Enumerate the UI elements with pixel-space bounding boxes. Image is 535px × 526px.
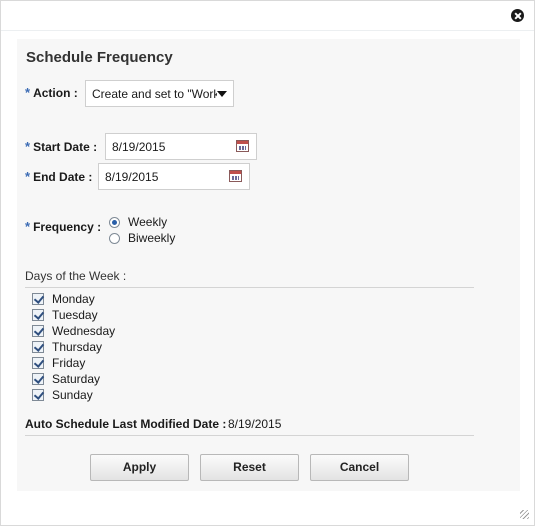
saturday-label[interactable]: Saturday [52,372,100,386]
days-of-week-label: Days of the Week : [25,269,127,283]
divider [25,435,474,436]
required-marker: * [25,85,31,100]
thursday-checkbox[interactable] [32,341,44,353]
end-date-label: End Date : [33,170,93,184]
apply-button[interactable]: Apply [90,454,189,481]
frequency-biweekly-label[interactable]: Biweekly [128,231,175,245]
last-modified-label: Auto Schedule Last Modified Date : [25,417,227,431]
dialog-titlebar [1,1,534,31]
schedule-frequency-dialog: Schedule Frequency * Action : Create and … [0,0,535,526]
tuesday-label[interactable]: Tuesday [52,308,98,322]
reset-button[interactable]: Reset [200,454,299,481]
sunday-checkbox[interactable] [32,389,44,401]
close-icon[interactable] [511,9,524,22]
frequency-label: Frequency : [33,220,102,234]
required-marker: * [25,219,31,234]
start-date-label-row: * Start Date : [25,139,97,154]
last-modified-value: 8/19/2015 [228,417,282,431]
calendar-icon[interactable] [229,170,242,182]
frequency-biweekly-radio[interactable] [109,233,120,244]
required-marker: * [25,139,31,154]
frequency-weekly-radio[interactable] [109,217,120,228]
chevron-down-icon[interactable] [217,91,227,97]
wednesday-label[interactable]: Wednesday [52,324,115,338]
action-label-row: * Action : [25,85,78,100]
required-marker: * [25,169,31,184]
resize-grip-icon[interactable] [520,510,529,519]
action-select-value: Create and set to "Worksheet" [92,87,217,101]
sunday-label[interactable]: Sunday [52,388,93,402]
calendar-icon[interactable] [236,140,249,152]
end-date-value: 8/19/2015 [105,170,159,184]
cancel-button[interactable]: Cancel [310,454,409,481]
monday-checkbox[interactable] [32,293,44,305]
end-date-label-row: * End Date : [25,169,92,184]
divider [25,287,474,288]
frequency-label-row: * Frequency : [25,219,101,234]
end-date-field[interactable]: 8/19/2015 [98,163,250,190]
friday-label[interactable]: Friday [52,356,85,370]
start-date-label: Start Date : [33,140,98,154]
action-select[interactable]: Create and set to "Worksheet" [85,80,234,107]
monday-label[interactable]: Monday [52,292,95,306]
frequency-weekly-label[interactable]: Weekly [128,215,167,229]
tuesday-checkbox[interactable] [32,309,44,321]
friday-checkbox[interactable] [32,357,44,369]
action-label: Action : [33,86,78,100]
dialog-title: Schedule Frequency [26,49,173,66]
start-date-value: 8/19/2015 [112,140,166,154]
thursday-label[interactable]: Thursday [52,340,102,354]
start-date-field[interactable]: 8/19/2015 [105,133,257,160]
saturday-checkbox[interactable] [32,373,44,385]
wednesday-checkbox[interactable] [32,325,44,337]
